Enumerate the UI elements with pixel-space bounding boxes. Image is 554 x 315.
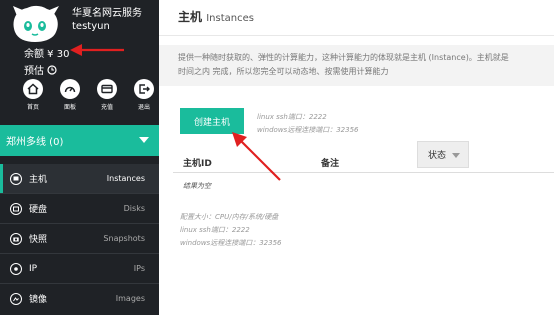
brand-name: 华夏名网云服务 xyxy=(72,8,142,19)
card-icon xyxy=(97,79,117,99)
disk-icon xyxy=(10,202,22,215)
sidebar-item-en: IPs xyxy=(133,264,145,273)
ssh-port-text: linux ssh端口：2222 xyxy=(257,113,327,121)
quick-link-logout[interactable]: 退出 xyxy=(130,79,158,111)
quick-link-label: 退出 xyxy=(137,104,150,111)
sidebar-item-label: IP xyxy=(29,263,38,274)
main-content: 主机 Instances 提供一种随时获取的、弹性的计算能力，这种计算能力的体现… xyxy=(159,0,554,315)
avatar[interactable] xyxy=(5,2,65,46)
sidebar-item-label: 硬盘 xyxy=(29,205,48,215)
page-title-en: Instances xyxy=(206,13,254,24)
sidebar-item-en: Disks xyxy=(123,204,145,213)
footer-note: linux ssh端口：2222 xyxy=(180,226,250,234)
sidebar-item-label: 镜像 xyxy=(29,295,48,305)
footer-note: 配置大小：CPU/内存/系统/硬盘 xyxy=(180,213,279,221)
sidebar-item-en: Instances xyxy=(106,174,145,183)
sidebar-item-snapshots[interactable]: 快照 Snapshots xyxy=(0,224,159,253)
sidebar-item-en: Images xyxy=(115,294,145,303)
logout-icon xyxy=(134,79,154,99)
page-title-cn: 主机 xyxy=(178,10,203,24)
footer-notes: 配置大小：CPU/内存/系统/硬盘 linux ssh端口：2222 windo… xyxy=(180,211,281,250)
sidebar: 华夏名网云服务 testyun 余额 ¥ 30 预估 首页 面板 充值 退出 郑… xyxy=(0,0,159,315)
sidebar-nav: 主机 Instances 硬盘 Disks 快照 Snapshots IP IP… xyxy=(0,164,159,313)
prepaid-row: 预估 xyxy=(24,62,57,77)
ip-icon xyxy=(10,262,22,275)
title-bar: 主机 Instances xyxy=(159,0,554,36)
sidebar-item-ips[interactable]: IP IPs xyxy=(0,254,159,283)
column-header-id: 主机ID xyxy=(183,159,212,169)
page-description: 提供一种随时获取的、弹性的计算能力，这种计算能力的体现就是主机 (Instanc… xyxy=(159,45,554,86)
sidebar-item-en: Snapshots xyxy=(103,234,145,243)
username: testyun xyxy=(72,21,110,32)
balance-text: 余额 ¥ 30 xyxy=(24,49,70,60)
column-header-note: 备注 xyxy=(321,159,340,169)
footer-note: windows远程连接端口：32356 xyxy=(180,239,282,247)
rdp-port-text: windows远程连接端口：32356 xyxy=(257,126,359,134)
quick-link-label: 首页 xyxy=(26,104,39,111)
caret-down-icon xyxy=(452,153,460,158)
quick-link-home[interactable]: 首页 xyxy=(19,79,47,111)
create-instance-button[interactable]: 创建主机 xyxy=(180,108,244,134)
region-label: 郑州多线 (0) xyxy=(6,137,64,148)
status-dropdown-label: 状态 xyxy=(428,151,447,161)
table-divider xyxy=(173,172,554,173)
quick-link-label: 充值 xyxy=(100,104,113,111)
caret-down-icon xyxy=(139,137,149,143)
dashboard-icon xyxy=(60,79,80,99)
clock-icon[interactable] xyxy=(47,64,57,75)
sidebar-item-label: 快照 xyxy=(29,235,48,245)
quick-links: 首页 面板 充值 退出 xyxy=(19,79,158,111)
port-info: linux ssh端口：2222 windows远程连接端口：32356 xyxy=(257,111,358,137)
page-title: 主机 Instances xyxy=(178,8,254,25)
sidebar-item-instances[interactable]: 主机 Instances xyxy=(0,164,159,193)
instance-icon xyxy=(10,172,22,185)
sidebar-item-images[interactable]: 镜像 Images xyxy=(0,284,159,313)
image-icon xyxy=(10,292,22,305)
quick-link-recharge[interactable]: 充值 xyxy=(93,79,121,111)
sidebar-item-label: 主机 xyxy=(29,175,48,185)
camera-icon xyxy=(10,232,22,245)
description-line: 时间之内 完成，所以您完全可以动态地、按需使用计算能力 xyxy=(178,67,389,76)
description-line: 提供一种随时获取的、弹性的计算能力，这种计算能力的体现就是主机 (Instanc… xyxy=(178,53,509,62)
quick-link-label: 面板 xyxy=(63,104,76,111)
region-selector[interactable]: 郑州多线 (0) xyxy=(0,125,159,156)
prepaid-label: 预估 xyxy=(24,66,44,77)
status-filter-dropdown[interactable]: 状态 xyxy=(417,141,469,168)
home-icon xyxy=(23,79,43,99)
empty-result-text: 结果为空 xyxy=(183,182,211,190)
quick-link-dashboard[interactable]: 面板 xyxy=(56,79,84,111)
sidebar-item-disks[interactable]: 硬盘 Disks xyxy=(0,194,159,223)
